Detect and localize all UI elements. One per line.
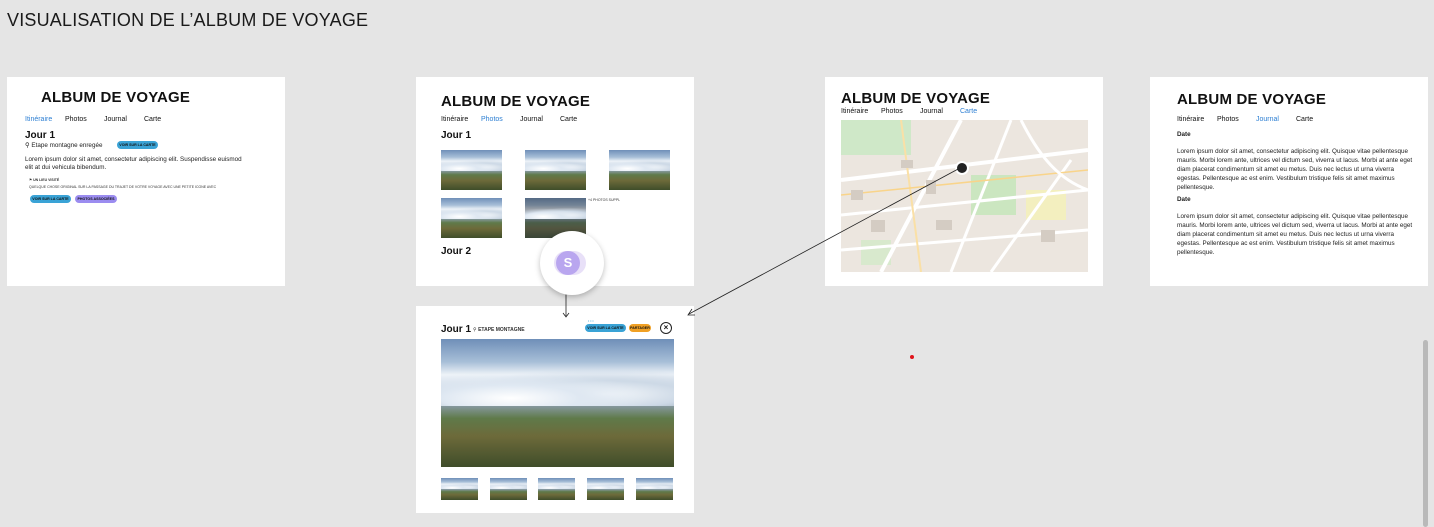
collaborator-avatar[interactable]: S bbox=[540, 231, 604, 295]
arrow-head bbox=[687, 308, 695, 316]
vertical-scrollbar[interactable] bbox=[1423, 340, 1428, 527]
prototype-connectors bbox=[562, 167, 961, 318]
avatar-initial: S bbox=[556, 251, 580, 275]
flow-arrow-map bbox=[688, 167, 961, 315]
cursor-dot bbox=[910, 355, 914, 359]
